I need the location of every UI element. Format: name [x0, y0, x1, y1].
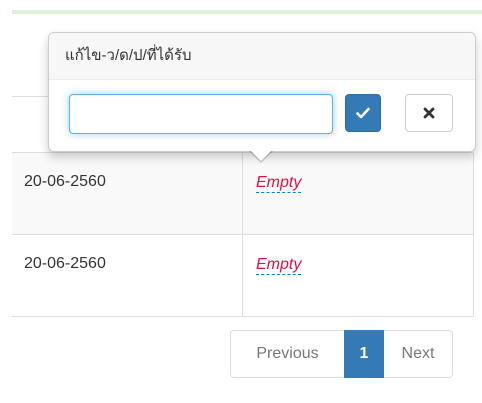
next-page-button[interactable]: Next [383, 330, 453, 378]
previous-page-button[interactable]: Previous [230, 330, 345, 378]
edit-input[interactable] [69, 94, 333, 134]
table-row: 20-06-2560 Empty [12, 235, 474, 317]
received-date-cell: Empty [243, 153, 473, 234]
popover-arrow-fill [250, 150, 272, 161]
submit-button[interactable] [345, 94, 381, 132]
editable-empty-link[interactable]: Empty [256, 173, 302, 193]
received-date-cell: Empty [243, 235, 473, 316]
date-cell: 20-06-2560 [12, 235, 243, 316]
edit-popover: แก้ไข-ว/ด/ป/ที่ได้รับ [48, 32, 476, 163]
top-success-bar [12, 10, 482, 14]
table-row: 20-06-2560 Empty [12, 153, 474, 235]
popover-body [49, 80, 475, 150]
editable-empty-link[interactable]: Empty [256, 255, 302, 275]
check-icon [356, 107, 370, 119]
popover-title: แก้ไข-ว/ด/ป/ที่ได้รับ [49, 33, 475, 80]
close-icon [423, 107, 435, 119]
date-value: 20-06-2560 [24, 255, 106, 272]
date-cell: 20-06-2560 [12, 153, 243, 234]
cancel-button[interactable] [405, 94, 453, 132]
date-value: 20-06-2560 [24, 173, 106, 190]
pagination: Previous 1 Next [230, 330, 453, 378]
page-1-button[interactable]: 1 [344, 330, 384, 378]
